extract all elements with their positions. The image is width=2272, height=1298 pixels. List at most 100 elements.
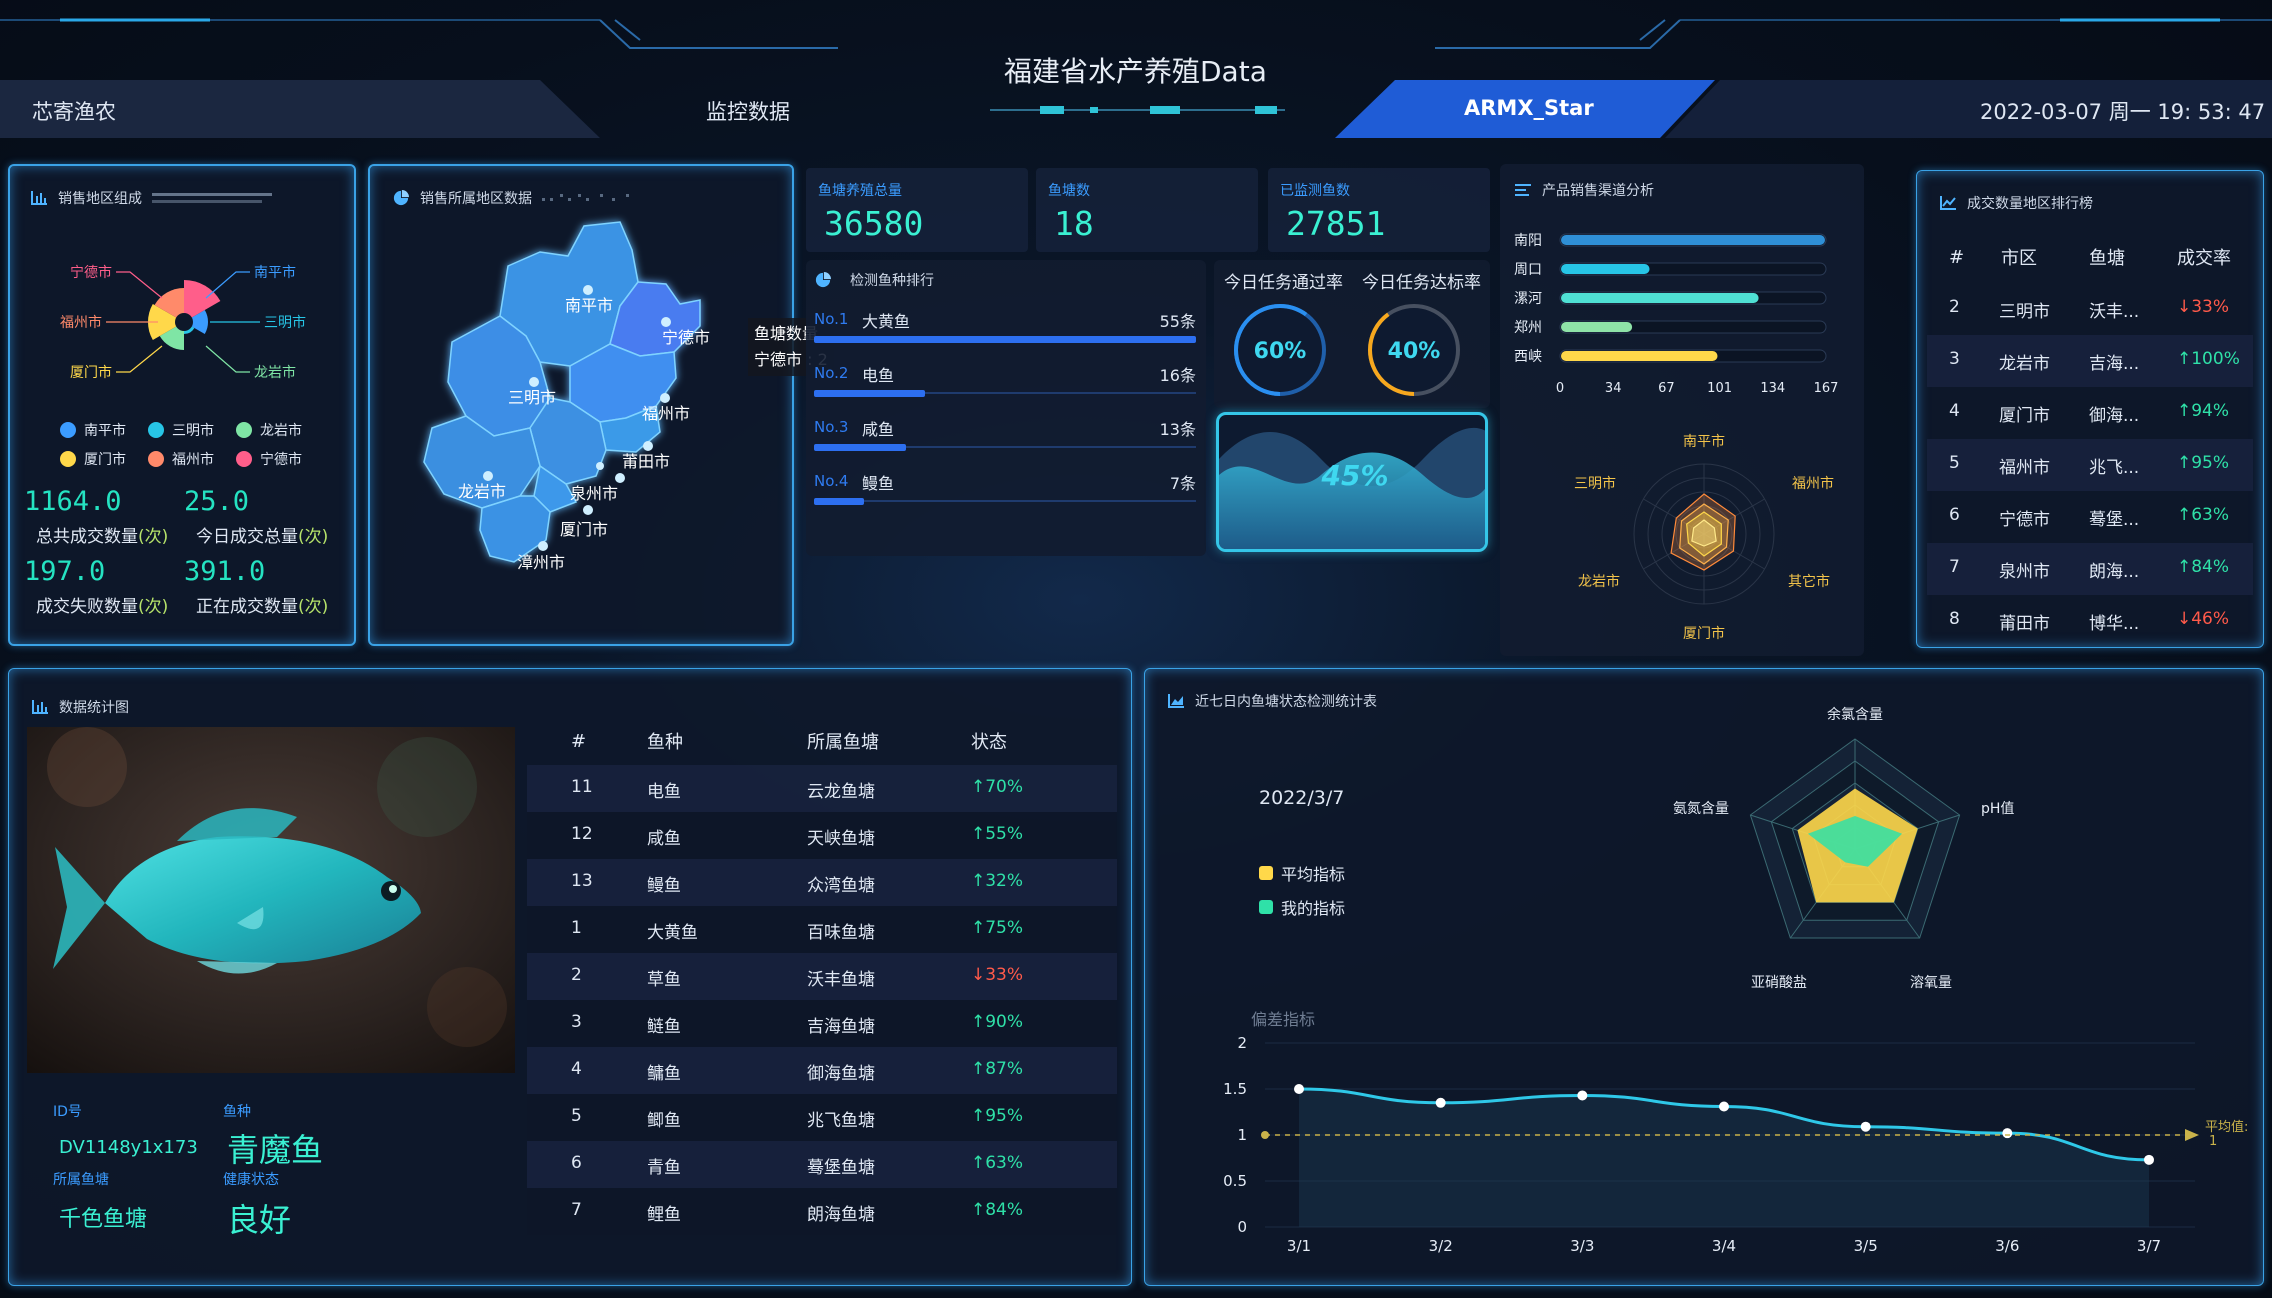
species-rank-item[interactable]: No.2 电鱼 16条 bbox=[806, 358, 1206, 408]
reach-rate-gauge-value: 40% bbox=[1388, 339, 1441, 364]
table-cell: ↑63% bbox=[971, 1153, 1024, 1173]
table-row[interactable]: 4 鳙鱼 御海鱼塘 ↑87% bbox=[527, 1047, 1117, 1094]
rank-count: 16条 bbox=[1159, 366, 1196, 385]
table-cell: 朗海鱼塘 bbox=[807, 1205, 875, 1225]
channel-tick: 101 bbox=[1707, 381, 1732, 394]
table-row[interactable]: 1 大黄鱼 百味鱼塘 ↑75% bbox=[527, 906, 1117, 953]
species-rank-item[interactable]: No.1 大黄鱼 55条 bbox=[806, 304, 1206, 354]
table-cell: 8 bbox=[1949, 609, 1960, 629]
table-cell: 龙岩市 bbox=[1999, 354, 2050, 374]
id-label: ID号 bbox=[53, 1104, 82, 1120]
table-row[interactable]: 7 鲤鱼 朗海鱼塘 ↑84% bbox=[527, 1188, 1117, 1235]
rank-bar bbox=[814, 498, 864, 505]
legend-item[interactable]: 三明市 bbox=[148, 420, 214, 440]
legend-item[interactable]: 南平市 bbox=[60, 420, 126, 440]
channel-label: 郑州 bbox=[1514, 320, 1542, 336]
x-tick: 3/3 bbox=[1570, 1237, 1594, 1255]
legend-avg[interactable]: 平均指标 bbox=[1259, 861, 1345, 885]
map-label: 莆田市 bbox=[622, 452, 670, 471]
table-cell: 1 bbox=[571, 918, 582, 938]
table-cell: 大黄鱼 bbox=[647, 923, 698, 943]
rose-label: 南平市 bbox=[254, 264, 296, 281]
x-tick: 3/4 bbox=[1712, 1237, 1736, 1255]
table-row[interactable]: 13 鳗鱼 众湾鱼塘 ↑32% bbox=[527, 859, 1117, 906]
table-row[interactable]: 2 三明市 沃丰... ↓33% bbox=[1927, 283, 2253, 335]
table-cell: 5 bbox=[571, 1106, 582, 1126]
table-cell: 鲢鱼 bbox=[647, 1017, 681, 1037]
rank-name: 咸鱼 bbox=[862, 420, 895, 439]
channel-label: 周口 bbox=[1514, 262, 1542, 278]
table-cell: 宁德市 bbox=[1999, 510, 2050, 530]
table-cell: 13 bbox=[571, 871, 593, 891]
channel-tick: 167 bbox=[1814, 381, 1839, 394]
species-rank-panel: 检测鱼种排行 No.1 大黄鱼 55条 No.2 电鱼 16条 No.3 咸鱼 13条 No.4 鳗… bbox=[806, 260, 1206, 556]
species-rank-item[interactable]: No.4 鳗鱼 7条 bbox=[806, 466, 1206, 516]
table-row[interactable]: 4 厦门市 御海... ↑94% bbox=[1927, 387, 2253, 439]
channel-bar bbox=[1561, 264, 1650, 274]
channel-tick: 34 bbox=[1605, 381, 1622, 394]
legend-item[interactable]: 宁德市 bbox=[236, 449, 302, 469]
rose-label: 龙岩市 bbox=[254, 364, 296, 381]
kpi-card-ponds: 鱼塘数 18 bbox=[1036, 168, 1258, 252]
rank-bar bbox=[814, 336, 1196, 343]
channel-label: 西峡 bbox=[1514, 349, 1542, 365]
table-cell: 5 bbox=[1949, 453, 1960, 473]
dashboard-root: 芯寄渔农 监控数据 福建省水产养殖Data ARMX_Star 2022-03-… bbox=[0, 0, 2272, 1298]
table-row[interactable]: 8 莆田市 博华... ↓46% bbox=[1927, 595, 2253, 647]
datetime-display: 2022-03-07 周一 19: 53: 47 bbox=[1980, 100, 2266, 124]
rose-label: 福州市 bbox=[60, 314, 102, 331]
table-cell: 青鱼 bbox=[647, 1158, 681, 1178]
rose-pie-chart: 南平市三明市龙岩市 厦门市 福州市 宁德市 bbox=[60, 264, 306, 381]
avg-marker-arrow bbox=[2185, 1129, 2199, 1141]
health-value: 良好 bbox=[227, 1201, 292, 1239]
table-row[interactable]: 11 电鱼 云龙鱼塘 ↑70% bbox=[527, 765, 1117, 812]
table-cell: 沃丰鱼塘 bbox=[807, 970, 875, 990]
legend-item[interactable]: 龙岩市 bbox=[236, 420, 302, 440]
table-row[interactable]: 7 泉州市 朗海... ↑84% bbox=[1927, 543, 2253, 595]
kpi-label: 已监测鱼数 bbox=[1280, 183, 1350, 199]
rose-label: 三明市 bbox=[264, 314, 306, 331]
id-value: DV1148y1x173 bbox=[59, 1137, 198, 1158]
table-row[interactable]: 5 福州市 兆飞... ↑95% bbox=[1927, 439, 2253, 491]
rank-count: 55条 bbox=[1159, 312, 1196, 331]
table-row[interactable]: 12 咸鱼 天峡鱼塘 ↑55% bbox=[527, 812, 1117, 859]
legend-mine[interactable]: 我的指标 bbox=[1259, 895, 1345, 919]
table-row[interactable]: 2 草鱼 沃丰鱼塘 ↓33% bbox=[527, 953, 1117, 1000]
radar-label: pH值 bbox=[1981, 801, 2014, 817]
legend-label: 厦门市 bbox=[84, 452, 126, 468]
table-row[interactable]: 3 龙岩市 吉海... ↑100% bbox=[1927, 335, 2253, 387]
region-radar-chart: 南平市福州市其它市厦门市 龙岩市 三明市 bbox=[1574, 433, 1834, 642]
wave-value: 45% bbox=[1320, 459, 1388, 492]
x-tick: 3/5 bbox=[1854, 1237, 1878, 1255]
legend-label: 平均指标 bbox=[1281, 865, 1346, 884]
rose-label: 宁德市 bbox=[70, 264, 112, 281]
table-row[interactable]: 6 宁德市 蓦堡... ↑63% bbox=[1927, 491, 2253, 543]
legend-item[interactable]: 厦门市 bbox=[60, 449, 126, 469]
col-header: 鱼塘 bbox=[2089, 248, 2125, 269]
legend-row-1: 南平市 三明市 龙岩市 bbox=[60, 420, 302, 440]
table-cell: 草鱼 bbox=[647, 970, 681, 990]
table-cell: 7 bbox=[571, 1200, 582, 1220]
species-rank-item[interactable]: No.3 咸鱼 13条 bbox=[806, 412, 1206, 462]
table-cell: ↑75% bbox=[971, 918, 1024, 938]
monitor-nav-link[interactable]: 监控数据 bbox=[706, 96, 790, 126]
avg-value: 1 bbox=[2209, 1134, 2217, 1149]
x-tick: 3/1 bbox=[1287, 1237, 1311, 1255]
col-header: 成交率 bbox=[2177, 248, 2231, 269]
health-label: 健康状态 bbox=[223, 1172, 279, 1188]
user-badge[interactable]: ARMX_Star bbox=[1464, 96, 1594, 120]
table-row[interactable]: 3 鲢鱼 吉海鱼塘 ↑90% bbox=[527, 1000, 1117, 1047]
kpi-label: 鱼塘数 bbox=[1048, 183, 1090, 199]
fujian-map[interactable]: 南平市 宁德市 三明市 福州市 莆田市 龙岩市 泉州市 厦门市 漳州市 bbox=[370, 166, 796, 648]
table-row[interactable]: 5 鲫鱼 兆飞鱼塘 ↑95% bbox=[527, 1094, 1117, 1141]
map-label: 漳州市 bbox=[517, 553, 565, 572]
map-label: 宁德市 bbox=[662, 328, 710, 347]
table-cell: 11 bbox=[571, 777, 593, 797]
table-row[interactable]: 6 青鱼 蓦堡鱼塘 ↑63% bbox=[527, 1141, 1117, 1188]
table-cell: 2 bbox=[1949, 297, 1960, 317]
table-cell: 厦门市 bbox=[1999, 406, 2050, 426]
legend-item[interactable]: 福州市 bbox=[148, 449, 214, 469]
table-cell: ↓46% bbox=[2177, 609, 2230, 629]
sales-region-title: 销售地区组成 bbox=[58, 191, 142, 207]
rose-hole bbox=[175, 313, 193, 331]
